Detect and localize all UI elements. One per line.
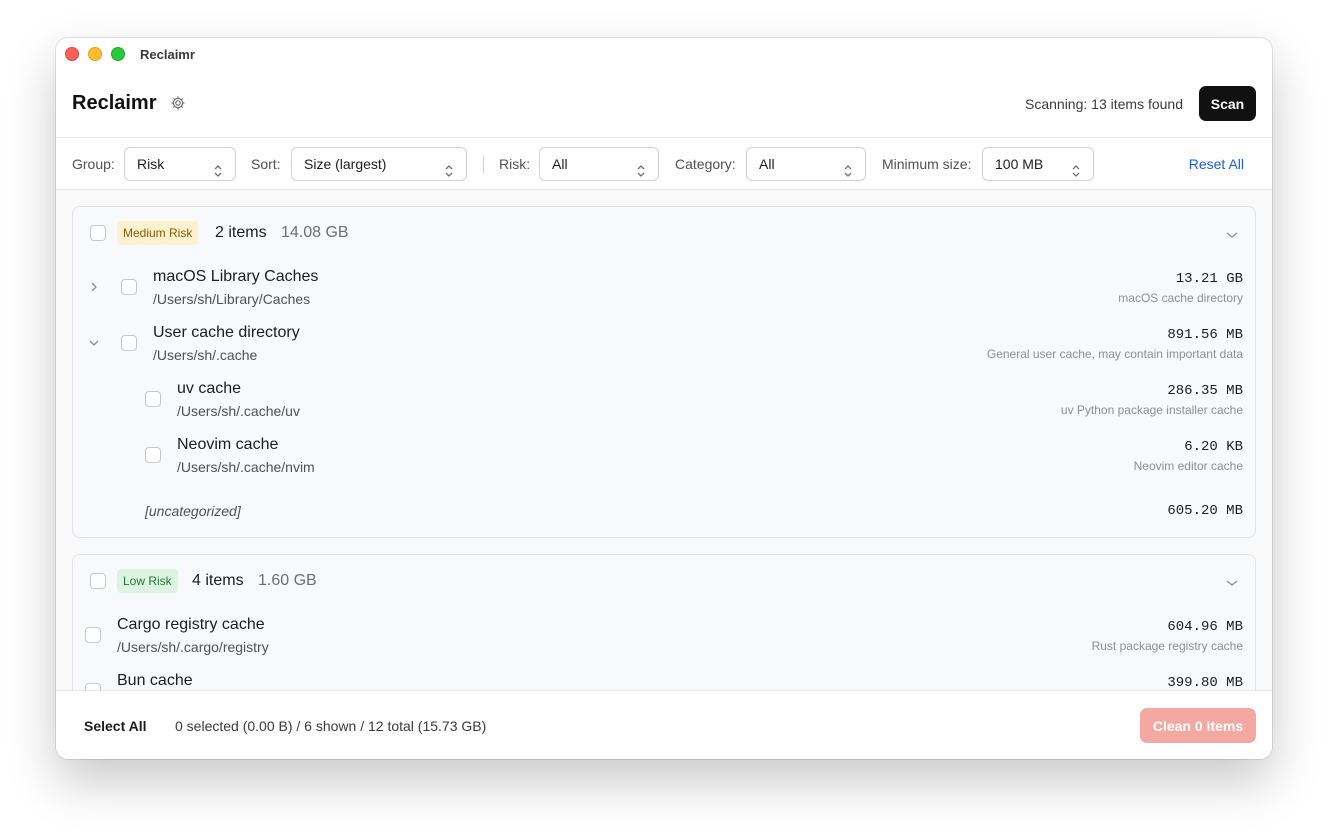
scan-status: Scanning: 13 items found [1025, 96, 1183, 112]
risk-badge: Low Risk [117, 569, 178, 593]
risk-badge: Medium Risk [117, 221, 199, 245]
item-size: 13.21 GB [1175, 271, 1243, 287]
item-checkbox[interactable] [85, 627, 101, 643]
item-name: uv cache [177, 380, 242, 397]
chevron-down-icon[interactable] [87, 336, 101, 350]
close-window-button[interactable] [65, 47, 79, 61]
item-description: Neovim editor cache [1133, 459, 1243, 473]
item-name: Bun cache [117, 672, 193, 689]
footer-bar: Select All 0 selected (0.00 B) / 6 shown… [56, 690, 1272, 759]
list-item[interactable]: Neovim cache /Users/sh/.cache/nvim 6.20 … [73, 434, 1255, 486]
item-name: Neovim cache [177, 436, 279, 453]
title-bar: Reclaimr [56, 38, 1272, 70]
item-checkbox[interactable] [145, 391, 161, 407]
min-size-label: Minimum size: [882, 156, 972, 172]
item-path: /Users/sh/.cache/nvim [177, 459, 315, 475]
item-size: 286.35 MB [1167, 383, 1243, 399]
item-name: User cache directory [153, 324, 300, 341]
chevron-up-down-icon [636, 157, 646, 177]
chevron-down-icon[interactable] [1225, 575, 1239, 586]
group-size: 1.60 GB [258, 572, 317, 589]
item-path: /Users/sh/.cache/uv [177, 403, 300, 419]
chevron-up-down-icon [1071, 157, 1081, 177]
sort-label: Sort: [251, 156, 281, 172]
item-size: 399.80 MB [1167, 675, 1243, 690]
group-size: 14.08 GB [281, 224, 349, 241]
category-select[interactable]: All [746, 147, 866, 181]
list-item[interactable]: macOS Library Caches /Users/sh/Library/C… [73, 266, 1255, 318]
group-select-value: Risk [137, 156, 165, 172]
uncategorized-size: 605.20 MB [1167, 503, 1243, 519]
group-item-count: 2 items [215, 224, 267, 241]
item-size: 891.56 MB [1167, 327, 1243, 343]
scan-button[interactable]: Scan [1199, 86, 1256, 121]
risk-label: Risk: [499, 156, 531, 172]
list-item[interactable]: User cache directory /Users/sh/.cache 89… [73, 322, 1255, 374]
category-label: Category: [675, 156, 736, 172]
chevron-right-icon[interactable] [87, 280, 101, 294]
filter-bar: Group: Risk Sort: Size (largest) Risk: A… [56, 139, 1272, 190]
app-window: Reclaimr Reclaimr Scanning: 13 items fou… [56, 38, 1272, 759]
item-checkbox[interactable] [85, 683, 101, 690]
uncategorized-label: [uncategorized] [145, 503, 241, 519]
risk-select-value: All [552, 156, 568, 172]
min-size-select[interactable]: 100 MB [982, 147, 1094, 181]
select-all-button[interactable]: Select All [84, 718, 147, 734]
chevron-up-down-icon [843, 157, 853, 177]
item-path: /Users/sh/.cache [153, 347, 258, 363]
item-description: uv Python package installer cache [1060, 403, 1243, 417]
list-item[interactable]: Bun cache 399.80 MB [73, 670, 1255, 690]
list-item[interactable]: Cargo registry cache /Users/sh/.cargo/re… [73, 614, 1255, 666]
chevron-up-down-icon [444, 157, 454, 177]
risk-select[interactable]: All [539, 147, 659, 181]
group-item-count: 4 items [192, 572, 244, 589]
reset-all-link[interactable]: Reset All [1189, 156, 1244, 172]
item-name: macOS Library Caches [153, 268, 319, 285]
group-select[interactable]: Risk [124, 147, 236, 181]
filter-divider [483, 156, 484, 173]
chevron-down-icon[interactable] [1225, 227, 1239, 238]
zoom-window-button[interactable] [111, 47, 125, 61]
item-size: 6.20 KB [1184, 439, 1243, 455]
risk-group-medium: Medium Risk 2 items 14.08 GB macOS Libra… [72, 206, 1256, 538]
item-path: /Users/sh/.cargo/registry [117, 639, 269, 655]
item-name: Cargo registry cache [117, 616, 265, 633]
item-size: 604.96 MB [1167, 619, 1243, 635]
gear-icon[interactable] [170, 95, 186, 111]
category-select-value: All [759, 156, 775, 172]
group-label: Group: [72, 156, 115, 172]
group-checkbox[interactable] [90, 225, 106, 241]
window-title: Reclaimr [140, 47, 195, 62]
item-checkbox[interactable] [121, 279, 137, 295]
minimize-window-button[interactable] [88, 47, 102, 61]
item-checkbox[interactable] [121, 335, 137, 351]
item-checkbox[interactable] [145, 447, 161, 463]
group-checkbox[interactable] [90, 573, 106, 589]
item-description: General user cache, may contain importan… [986, 347, 1243, 361]
item-path: /Users/sh/Library/Caches [153, 291, 311, 307]
item-description: macOS cache directory [1118, 291, 1243, 305]
chevron-up-down-icon [213, 157, 223, 177]
clean-button[interactable]: Clean 0 items [1140, 708, 1256, 743]
app-title: Reclaimr [72, 92, 157, 114]
sort-select[interactable]: Size (largest) [291, 147, 467, 181]
sort-select-value: Size (largest) [304, 156, 387, 172]
min-size-select-value: 100 MB [995, 156, 1044, 172]
risk-group-low: Low Risk 4 items 1.60 GB Cargo registry … [72, 554, 1256, 690]
item-description: Rust package registry cache [1091, 639, 1243, 653]
app-header: Reclaimr Scanning: 13 items found Scan [56, 70, 1272, 138]
results-list[interactable]: Medium Risk 2 items 14.08 GB macOS Libra… [56, 190, 1272, 690]
list-item[interactable]: uv cache /Users/sh/.cache/uv 286.35 MB u… [73, 378, 1255, 430]
selection-summary: 0 selected (0.00 B) / 6 shown / 12 total… [175, 718, 487, 734]
